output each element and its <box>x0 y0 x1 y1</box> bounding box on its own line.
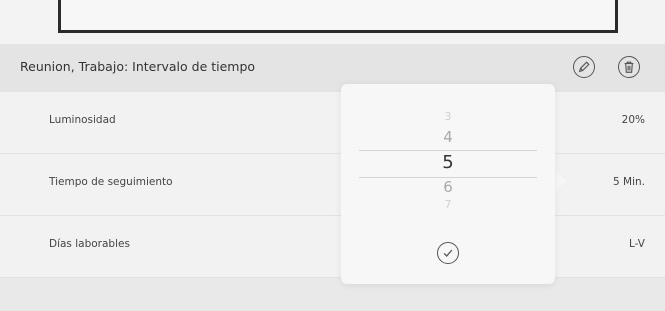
pencil-icon <box>578 61 590 73</box>
number-picker-popover: 3 4 5 6 7 <box>341 84 555 284</box>
picker-item[interactable]: 7 <box>341 198 555 211</box>
edit-button[interactable] <box>573 56 595 78</box>
trash-icon <box>624 61 634 73</box>
setting-label: Tiempo de seguimiento <box>49 176 173 188</box>
setting-row-luminosidad[interactable]: Luminosidad 20% <box>0 92 665 154</box>
setting-row-tiempo-seguimiento[interactable]: Tiempo de seguimiento 5 Min. <box>0 154 665 216</box>
delete-button[interactable] <box>618 56 640 78</box>
setting-value: 20% <box>621 114 645 126</box>
section-title: Reunion, Trabajo: Intervalo de tiempo <box>20 59 256 74</box>
section-header: Reunion, Trabajo: Intervalo de tiempo <box>0 44 665 92</box>
preview-area <box>0 0 665 44</box>
setting-value: L-V <box>628 238 645 250</box>
picker-item[interactable]: 4 <box>341 128 555 146</box>
confirm-button[interactable] <box>437 242 459 264</box>
setting-row-dias-laborables[interactable]: Días laborables L-V <box>0 216 665 278</box>
number-picker-wheel[interactable]: 3 4 5 6 7 <box>341 108 555 211</box>
setting-label: Días laborables <box>49 238 130 250</box>
preview-frame <box>58 0 618 33</box>
picker-item[interactable]: 3 <box>341 110 555 123</box>
picker-item-selected[interactable]: 5 <box>341 152 555 173</box>
setting-value: 5 Min. <box>613 176 645 188</box>
checkmark-icon <box>443 249 453 257</box>
picker-item[interactable]: 6 <box>341 178 555 196</box>
selection-line-top <box>359 150 537 151</box>
footer-area <box>0 278 665 311</box>
setting-label: Luminosidad <box>49 114 116 126</box>
